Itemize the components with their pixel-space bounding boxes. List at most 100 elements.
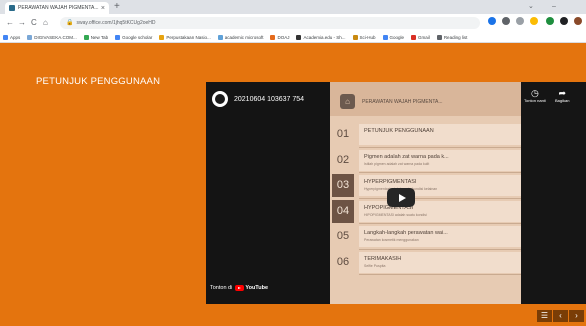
bookmark-star-icon[interactable] bbox=[530, 17, 538, 25]
slide-row-title: TERIMAKASIH bbox=[364, 255, 402, 262]
slide-row-number: 04 bbox=[336, 204, 350, 217]
slide-row: 04 HYPOPIGMENTASI HIPOPIGMENTASI adalah su… bbox=[330, 199, 521, 224]
bookmark-item[interactable]: Apps bbox=[3, 34, 21, 40]
profile-extension-icon[interactable] bbox=[546, 17, 554, 25]
bookmark-label: DIGIVASEKA.COM... bbox=[34, 34, 77, 40]
prev-button[interactable]: ‹ bbox=[553, 310, 568, 322]
slide-row: 05 Langkah-langkah perawatan wai... Perawa… bbox=[330, 224, 521, 249]
bookmark-favicon-icon bbox=[352, 34, 358, 40]
bookmark-favicon-icon bbox=[270, 34, 276, 40]
bookmark-label: Apps bbox=[10, 34, 21, 40]
slide-row: 01 PETUNJUK PENGGUNAAN bbox=[330, 122, 521, 147]
video-backdrop-right bbox=[521, 82, 586, 304]
sway-favicon-icon bbox=[9, 5, 15, 11]
slide-row: 02 Pigmen adalah zat warna pada k... Istil… bbox=[330, 148, 521, 173]
browser-toolbar: ← → C ⌂ 🔒 sway.office.com/1jhq5tKCUg2oeHD bbox=[0, 14, 586, 32]
youtube-logo-icon: YouTube bbox=[235, 285, 268, 291]
watch-later-label: Tonton nanti bbox=[524, 98, 546, 103]
bookmark-label: Perpustakaan Nasio... bbox=[166, 34, 211, 40]
share-button[interactable]: ➦ Bagikan bbox=[555, 88, 569, 103]
slide-row-title: PETUNJUK PENGGUNAAN bbox=[364, 128, 434, 134]
share-arrow-icon: ➦ bbox=[558, 88, 566, 98]
bookmark-label: New Tab bbox=[90, 34, 109, 40]
slide-row-divider bbox=[359, 274, 521, 275]
tab-title: PERAWATAN WAJAH PIGMENTA... bbox=[18, 5, 99, 11]
lock-icon: 🔒 bbox=[66, 20, 74, 26]
slide-row-number: 03 bbox=[336, 179, 350, 191]
watch-on-label: Tonton di bbox=[210, 285, 233, 291]
zoom-icon[interactable] bbox=[502, 17, 510, 25]
bookmark-favicon-icon bbox=[217, 34, 223, 40]
slide-row-subtitle: HIPOPIGMENTASI adalah suatu kondisi bbox=[364, 212, 427, 217]
bookmarks-bar: Apps DIGIVASEKA.COM... New Tab Google schol… bbox=[0, 32, 586, 43]
bookmark-favicon-icon bbox=[27, 34, 33, 40]
address-bar[interactable]: 🔒 sway.office.com/1jhq5tKCUg2oeHD bbox=[60, 17, 480, 29]
home-icon: ⌂ bbox=[340, 94, 355, 109]
bookmark-item[interactable]: academic microsoft bbox=[217, 34, 264, 40]
avatar[interactable] bbox=[574, 17, 582, 25]
forward-button[interactable]: → bbox=[18, 17, 26, 29]
slide-row-number: 05 bbox=[336, 230, 350, 242]
bookmark-item[interactable]: Academia.edu - Sh... bbox=[296, 34, 346, 40]
bookmark-item[interactable]: New Tab bbox=[83, 34, 109, 40]
video-player[interactable]: ⌂ PERAWATAN WAJAH PIGMENTA... 01 PETUNJUK… bbox=[206, 82, 586, 304]
browser-tab[interactable]: PERAWATAN WAJAH PIGMENTA... × bbox=[5, 2, 109, 14]
bookmark-favicon-icon bbox=[3, 34, 8, 40]
slide-row-number: 02 bbox=[336, 153, 350, 166]
bookmark-label: Google scholar bbox=[122, 34, 153, 40]
bookmark-favicon-icon bbox=[83, 34, 89, 40]
tab-strip: PERAWATAN WAJAH PIGMENTA... × + ⌄ – bbox=[0, 0, 586, 14]
bookmark-favicon-icon bbox=[115, 34, 121, 40]
bookmark-item[interactable]: Reading list bbox=[436, 34, 468, 40]
bookmark-item[interactable]: Google bbox=[382, 34, 405, 40]
bookmark-favicon-icon bbox=[436, 34, 442, 40]
slide-row-title: Pigmen adalah zat warna pada k... bbox=[364, 153, 449, 160]
slide-row-number: 01 bbox=[336, 128, 350, 140]
slide-row: 03HYPERPIGMENTASIHyperpigmentasi adalah … bbox=[330, 173, 521, 198]
page-title: PETUNJUK PENGGUNAAN bbox=[36, 76, 161, 87]
bookmark-label: academic microsoft bbox=[224, 34, 264, 40]
reload-button[interactable]: C bbox=[31, 17, 37, 29]
video-backdrop-left bbox=[206, 82, 330, 304]
slide-row-title: Langkah-langkah perawatan wai... bbox=[364, 230, 448, 236]
youtube-label: YouTube bbox=[245, 285, 269, 291]
video-title[interactable]: 20210604 103637 754 bbox=[234, 96, 304, 103]
sway-page: PETUNJUK PENGGUNAAN ⌂ PERAWATAN WAJAH PI… bbox=[0, 43, 586, 326]
sway-nav-controls: ☰ ‹ › bbox=[536, 310, 584, 322]
bookmark-label: Google bbox=[389, 34, 405, 40]
slide-row-subtitle: Selfie Puspita bbox=[364, 263, 386, 268]
slide-row-number: 06 bbox=[336, 255, 350, 268]
video-title-bar[interactable]: 20210604 103637 754 bbox=[212, 91, 304, 107]
menu-button[interactable]: ☰ bbox=[537, 310, 552, 322]
bookmark-item[interactable]: Perpustakaan Nasio... bbox=[159, 34, 211, 40]
extension-icon[interactable] bbox=[488, 17, 496, 25]
bookmark-label: Sci-Hub bbox=[359, 34, 376, 40]
tab-close-icon[interactable]: × bbox=[101, 5, 105, 12]
bookmark-label: Reading list bbox=[443, 34, 468, 40]
bookmark-item[interactable]: Sci-Hub bbox=[352, 34, 376, 40]
share-icon[interactable] bbox=[516, 17, 524, 25]
watch-on-youtube-link[interactable]: Tonton di YouTube bbox=[210, 285, 268, 291]
bookmark-favicon-icon bbox=[411, 34, 417, 40]
puzzle-icon[interactable] bbox=[560, 17, 568, 25]
bookmark-item[interactable]: Google scholar bbox=[115, 34, 153, 40]
new-tab-button[interactable]: + bbox=[114, 1, 120, 13]
tab-search-icon[interactable]: ⌄ bbox=[528, 1, 534, 13]
share-label: Bagikan bbox=[555, 98, 570, 103]
bookmark-item[interactable]: DOAJ bbox=[270, 34, 290, 40]
bookmark-label: DOAJ bbox=[277, 34, 290, 40]
slide-title: PERAWATAN WAJAH PIGMENTA... bbox=[362, 99, 443, 105]
play-button[interactable] bbox=[387, 188, 415, 207]
home-button[interactable]: ⌂ bbox=[43, 17, 48, 29]
minimize-button[interactable]: – bbox=[552, 1, 556, 13]
bookmark-item[interactable]: DIGIVASEKA.COM... bbox=[27, 34, 77, 40]
next-button[interactable]: › bbox=[569, 310, 584, 322]
channel-avatar[interactable] bbox=[212, 91, 228, 107]
slide-row-title: HYPERPIGMENTASI bbox=[364, 179, 417, 185]
bookmark-favicon-icon bbox=[382, 34, 388, 40]
watch-later-button[interactable]: ◷ Tonton nanti bbox=[524, 88, 546, 103]
bookmark-favicon-icon bbox=[296, 34, 302, 40]
bookmark-label: Gmail bbox=[418, 34, 430, 40]
back-button[interactable]: ← bbox=[6, 17, 14, 29]
bookmark-item[interactable]: Gmail bbox=[411, 34, 430, 40]
